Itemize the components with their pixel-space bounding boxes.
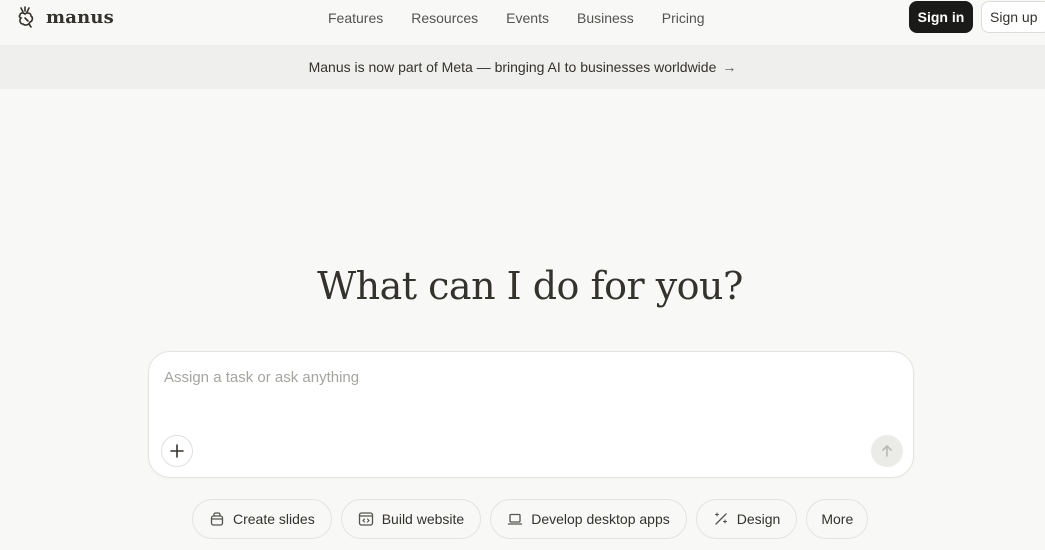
task-composer: [148, 351, 914, 478]
chip-build-website[interactable]: Build website: [340, 499, 482, 539]
plus-icon: [170, 444, 184, 458]
wand-icon: [714, 512, 727, 525]
announcement-banner[interactable]: Manus is now part of Meta — bringing AI …: [0, 45, 1045, 89]
slides-icon: [210, 512, 224, 526]
chip-more[interactable]: More: [806, 499, 869, 539]
code-window-icon: [358, 512, 373, 526]
sign-up-button[interactable]: Sign up: [981, 1, 1045, 33]
banner-text: Manus is now part of Meta — bringing AI …: [308, 59, 717, 75]
arrow-right-icon: →: [722, 59, 737, 75]
quick-actions: Create slides Build website Develop desk…: [192, 499, 869, 539]
page-title: What can I do for you?: [317, 264, 743, 308]
send-button[interactable]: [871, 435, 903, 467]
brand-logo[interactable]: manus: [16, 4, 114, 30]
sign-in-button[interactable]: Sign in: [909, 1, 973, 33]
nav-item-pricing[interactable]: Pricing: [648, 8, 719, 28]
main-nav: Features Resources Events Business Prici…: [314, 8, 719, 28]
add-attachment-button[interactable]: [161, 435, 193, 467]
chip-create-slides[interactable]: Create slides: [192, 499, 332, 539]
nav-item-features[interactable]: Features: [314, 8, 397, 28]
chip-develop-desktop-apps[interactable]: Develop desktop apps: [490, 499, 687, 539]
laptop-icon: [508, 513, 523, 525]
top-header: manus Features Resources Events Business…: [0, 0, 1045, 45]
nav-item-resources[interactable]: Resources: [397, 8, 492, 28]
chip-label: Build website: [381, 511, 465, 527]
brand-name: manus: [46, 6, 115, 28]
nav-item-business[interactable]: Business: [563, 8, 648, 28]
chip-label: Design: [736, 511, 781, 527]
chip-label: Develop desktop apps: [531, 511, 670, 527]
arrow-up-icon: [882, 445, 892, 457]
chip-design[interactable]: Design: [695, 499, 798, 539]
chip-label: Create slides: [233, 511, 315, 527]
task-input[interactable]: [164, 366, 864, 388]
manus-logo-icon: [18, 6, 34, 28]
chip-label: More: [821, 511, 854, 527]
nav-item-events[interactable]: Events: [492, 8, 563, 28]
